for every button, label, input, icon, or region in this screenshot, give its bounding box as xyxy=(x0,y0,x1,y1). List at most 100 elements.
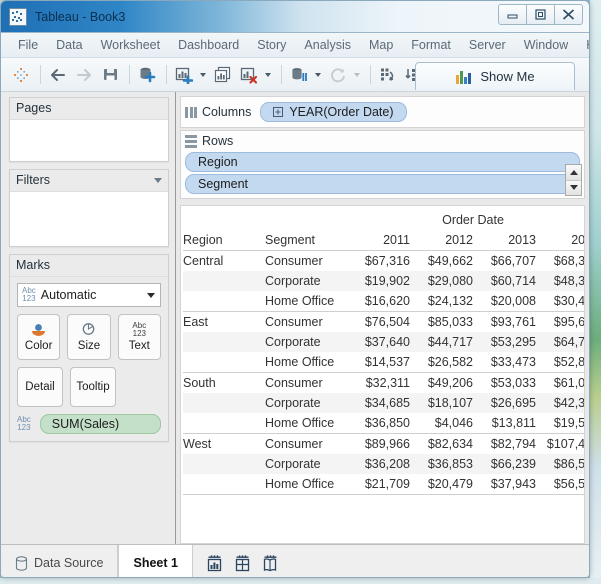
save-icon[interactable] xyxy=(98,63,122,87)
table-row[interactable]: EastConsumer$76,504$85,033$93,761$95,610 xyxy=(183,312,585,333)
cell-value-2012[interactable]: $49,206 xyxy=(410,373,473,394)
rows-pill-region[interactable]: Region xyxy=(185,152,580,172)
header-region[interactable]: Region xyxy=(183,230,265,251)
marks-size-button[interactable]: Size xyxy=(67,314,110,360)
cell-value-2013[interactable]: $53,033 xyxy=(473,373,536,394)
cell-value-2011[interactable]: $36,850 xyxy=(347,413,410,434)
maximize-button[interactable] xyxy=(526,4,555,25)
cell-value-2014[interactable]: $42,399 xyxy=(536,393,585,413)
cell-value-2013[interactable]: $26,695 xyxy=(473,393,536,413)
cell-segment[interactable]: Home Office xyxy=(265,474,347,495)
cell-value-2013[interactable]: $66,707 xyxy=(473,251,536,272)
menu-item-story[interactable]: Story xyxy=(248,36,295,54)
table-row[interactable]: Home Office$14,537$26,582$33,473$52,873 xyxy=(183,352,585,373)
chevron-down-icon[interactable] xyxy=(154,178,162,183)
sheet-tab-sheet-1[interactable]: Sheet 1 xyxy=(118,545,192,578)
cell-value-2014[interactable]: $61,031 xyxy=(536,373,585,394)
header-segment[interactable]: Segment xyxy=(265,230,347,251)
cell-region[interactable] xyxy=(183,454,265,474)
tableau-home-icon[interactable] xyxy=(9,63,33,87)
cell-value-2014[interactable]: $86,555 xyxy=(536,454,585,474)
table-row[interactable]: Home Office$21,709$20,479$37,943$56,591 xyxy=(183,474,585,495)
new-worksheet-tab-icon[interactable] xyxy=(205,554,223,572)
cell-region[interactable] xyxy=(183,332,265,352)
cell-value-2014[interactable]: $56,591 xyxy=(536,474,585,495)
marks-pill-sum-sales[interactable]: SUM(Sales) xyxy=(40,414,161,434)
table-row[interactable]: Home Office$16,620$24,132$20,008$30,452 xyxy=(183,291,585,312)
cell-value-2014[interactable]: $64,757 xyxy=(536,332,585,352)
menu-item-window[interactable]: Window xyxy=(515,36,577,54)
cell-value-2012[interactable]: $29,080 xyxy=(410,271,473,291)
cell-value-2014[interactable]: $68,346 xyxy=(536,251,585,272)
cell-value-2011[interactable]: $36,208 xyxy=(347,454,410,474)
cell-value-2014[interactable]: $52,873 xyxy=(536,352,585,373)
table-row[interactable]: SouthConsumer$32,311$49,206$53,033$61,03… xyxy=(183,373,585,394)
rows-pill-segment[interactable]: Segment xyxy=(185,174,580,194)
clear-sheet-dropdown-caret[interactable] xyxy=(263,63,273,87)
cell-value-2012[interactable]: $26,582 xyxy=(410,352,473,373)
cell-value-2014[interactable]: $30,452 xyxy=(536,291,585,312)
cell-value-2011[interactable]: $19,902 xyxy=(347,271,410,291)
cell-value-2013[interactable]: $37,943 xyxy=(473,474,536,495)
cell-segment[interactable]: Consumer xyxy=(265,312,347,333)
cell-region[interactable]: East xyxy=(183,312,265,333)
marks-tooltip-button[interactable]: Tooltip xyxy=(70,367,116,407)
cell-region[interactable]: Central xyxy=(183,251,265,272)
cell-value-2012[interactable]: $20,479 xyxy=(410,474,473,495)
pages-shelf-dropzone[interactable] xyxy=(10,120,168,160)
cell-value-2011[interactable]: $37,640 xyxy=(347,332,410,352)
cell-value-2014[interactable]: $95,610 xyxy=(536,312,585,333)
cell-value-2012[interactable]: $82,634 xyxy=(410,434,473,455)
cell-region[interactable] xyxy=(183,474,265,495)
cell-segment[interactable]: Home Office xyxy=(265,352,347,373)
new-data-source-icon[interactable] xyxy=(135,63,159,87)
back-arrow-icon[interactable] xyxy=(46,63,70,87)
cell-segment[interactable]: Corporate xyxy=(265,271,347,291)
menu-item-file[interactable]: File xyxy=(9,36,47,54)
visualization-pane[interactable]: Order Date Region Segment 2011 2012 2013… xyxy=(180,205,585,544)
table-row[interactable]: CentralConsumer$67,316$49,662$66,707$68,… xyxy=(183,251,585,272)
chevron-down-icon[interactable] xyxy=(147,293,155,298)
new-story-tab-icon[interactable] xyxy=(261,554,279,572)
menu-item-format[interactable]: Format xyxy=(402,36,460,54)
cell-value-2012[interactable]: $24,132 xyxy=(410,291,473,312)
cell-region[interactable]: South xyxy=(183,373,265,394)
cell-value-2013[interactable]: $82,794 xyxy=(473,434,536,455)
cell-value-2013[interactable]: $66,239 xyxy=(473,454,536,474)
cell-region[interactable] xyxy=(183,291,265,312)
cell-segment[interactable]: Corporate xyxy=(265,454,347,474)
cell-value-2012[interactable]: $4,046 xyxy=(410,413,473,434)
marks-detail-button[interactable]: Detail xyxy=(17,367,63,407)
cell-value-2011[interactable]: $67,316 xyxy=(347,251,410,272)
cell-region[interactable] xyxy=(183,393,265,413)
cell-value-2012[interactable]: $18,107 xyxy=(410,393,473,413)
minimize-button[interactable] xyxy=(498,4,527,25)
cell-value-2013[interactable]: $93,761 xyxy=(473,312,536,333)
cell-segment[interactable]: Consumer xyxy=(265,434,347,455)
menu-item-help[interactable]: Help xyxy=(577,36,590,54)
header-year-2014[interactable]: 2014 xyxy=(536,230,585,251)
rows-shelf[interactable]: Rows Region Segment xyxy=(180,130,585,199)
show-me-button[interactable]: Show Me xyxy=(415,62,575,90)
columns-shelf[interactable]: Columns YEAR(Order Date) xyxy=(180,96,585,128)
table-row[interactable]: Corporate$34,685$18,107$26,695$42,399 xyxy=(183,393,585,413)
table-row[interactable]: WestConsumer$89,966$82,634$82,794$107,48… xyxy=(183,434,585,455)
cell-value-2011[interactable]: $14,537 xyxy=(347,352,410,373)
cell-segment[interactable]: Corporate xyxy=(265,332,347,352)
filters-shelf-dropzone[interactable] xyxy=(10,192,168,244)
data-source-tab[interactable]: Data Source xyxy=(1,545,118,578)
header-year-2011[interactable]: 2011 xyxy=(347,230,410,251)
cell-value-2011[interactable]: $34,685 xyxy=(347,393,410,413)
menu-item-data[interactable]: Data xyxy=(47,36,91,54)
new-worksheet-dropdown-caret[interactable] xyxy=(198,63,208,87)
marks-color-button[interactable]: Color xyxy=(17,314,60,360)
new-dashboard-tab-icon[interactable] xyxy=(233,554,251,572)
cell-value-2014[interactable]: $107,487 xyxy=(536,434,585,455)
cell-value-2011[interactable]: $16,620 xyxy=(347,291,410,312)
rows-shelf-scrollbar[interactable] xyxy=(565,164,582,196)
header-year-2013[interactable]: 2013 xyxy=(473,230,536,251)
menu-item-worksheet[interactable]: Worksheet xyxy=(92,36,170,54)
cell-segment[interactable]: Corporate xyxy=(265,393,347,413)
cell-value-2011[interactable]: $89,966 xyxy=(347,434,410,455)
mark-type-dropdown[interactable]: Abc123 Automatic xyxy=(17,283,161,307)
